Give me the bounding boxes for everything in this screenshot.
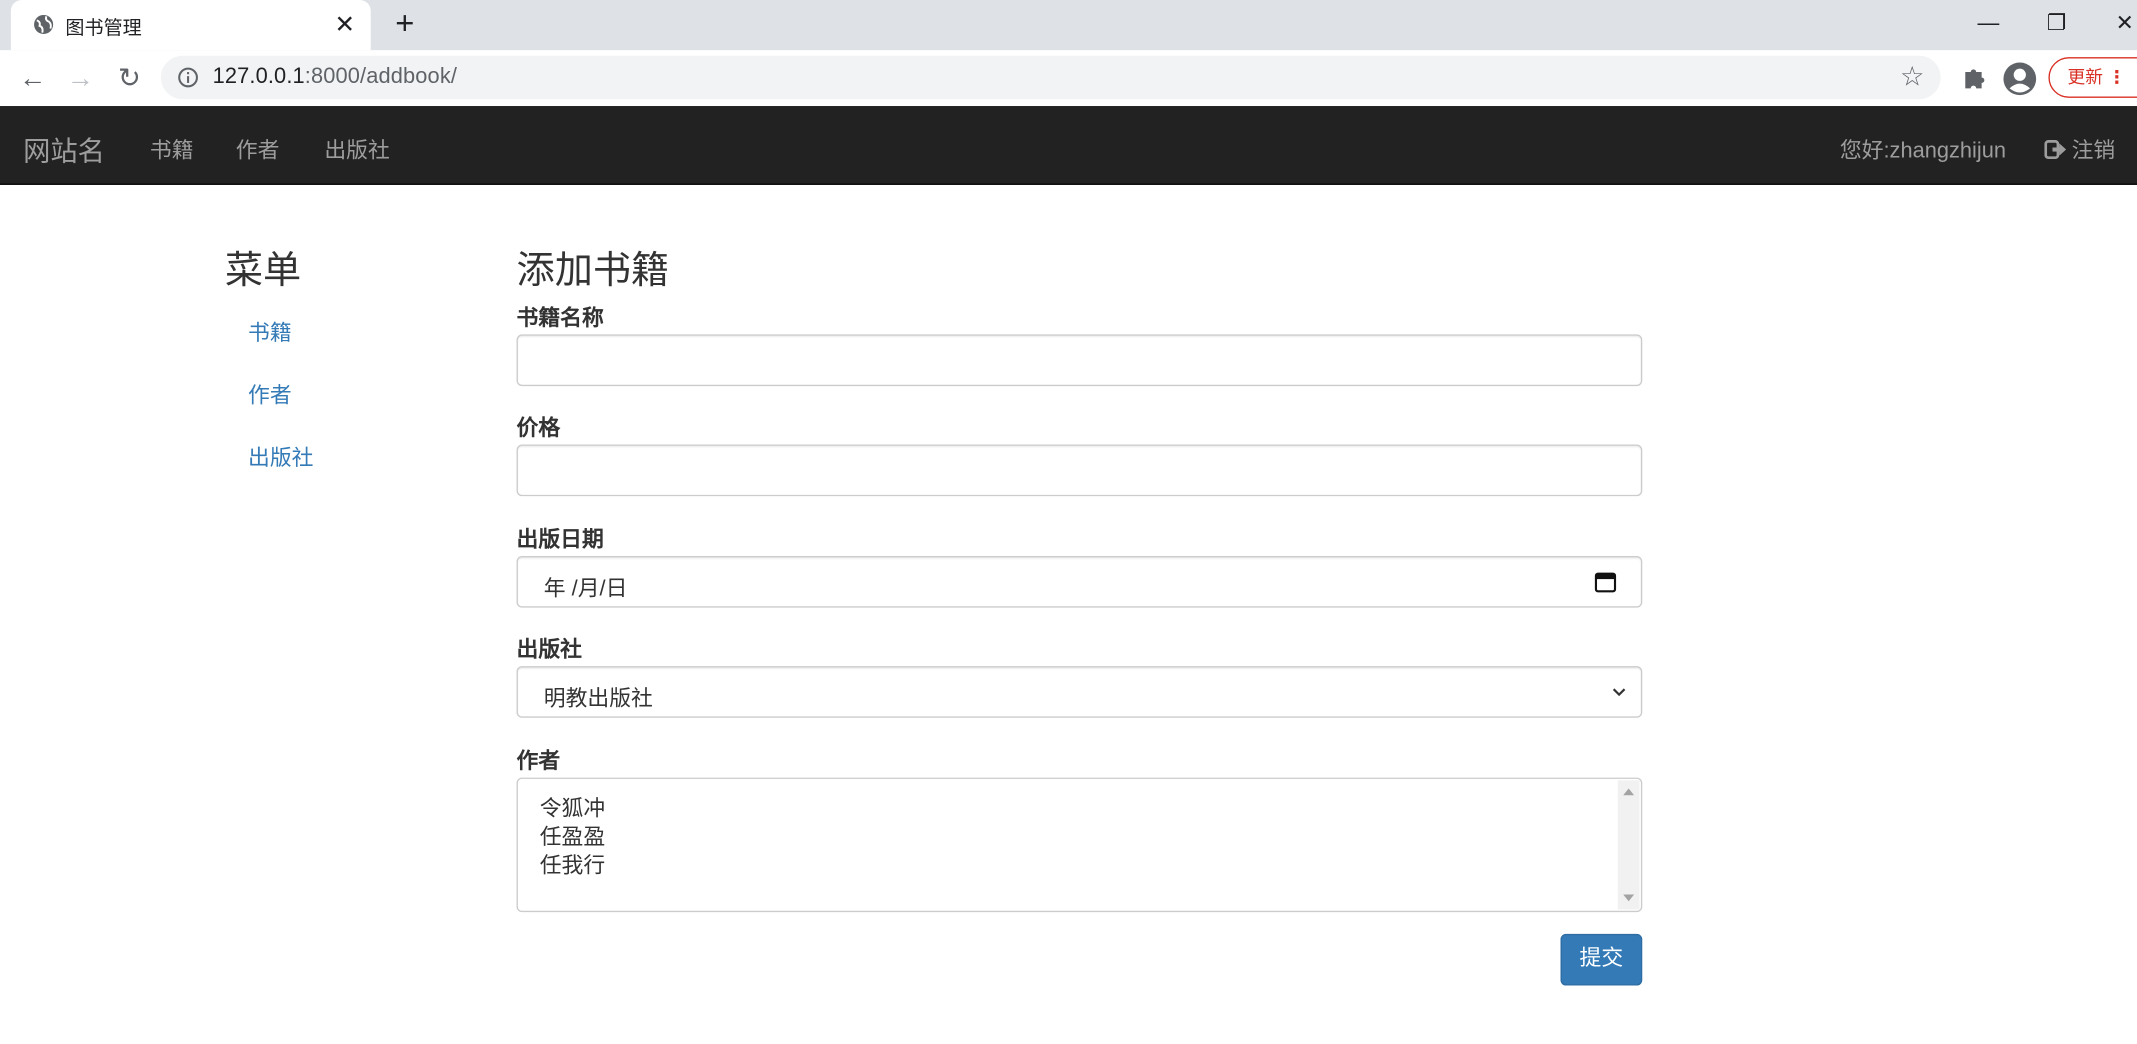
- publish-date-input[interactable]: 年 /月/日: [516, 555, 1643, 608]
- author-multiselect[interactable]: 令狐冲 任盈盈 任我行: [516, 777, 1643, 913]
- logout-icon: [2044, 140, 2067, 160]
- site-navbar: 网站名 书籍 作者 出版社 您好:zhangzhijun 注销: [0, 106, 2137, 185]
- url-host: 127.0.0.1: [212, 65, 305, 89]
- window-close-icon[interactable]: ✕: [2107, 8, 2137, 41]
- user-greeting: 您好:zhangzhijun: [1839, 140, 2006, 164]
- globe-icon: [34, 14, 54, 34]
- scroll-up-arrow-icon[interactable]: [1623, 788, 1635, 796]
- restore-icon[interactable]: ❐: [2039, 8, 2074, 41]
- book-name-input[interactable]: [516, 334, 1643, 387]
- book-name-label: 书籍名称: [516, 307, 604, 331]
- date-placeholder: 年 /月/日: [543, 577, 628, 601]
- chevron-down-icon: [1612, 688, 1626, 697]
- sidebar-item-publishers[interactable]: 出版社: [248, 439, 313, 472]
- browser-toolbar: ← → ↻ 127.0.0.1:8000/addbook/ ☆ 更新 ⋮: [0, 50, 2137, 108]
- bookmark-star-icon[interactable]: ☆: [1900, 61, 1924, 94]
- tab-close-icon[interactable]: ✕: [333, 12, 358, 36]
- scroll-down-arrow-icon[interactable]: [1623, 894, 1635, 902]
- publisher-selected-value: 明教出版社: [543, 687, 653, 711]
- browser-tab[interactable]: 图书管理 ✕: [10, 0, 371, 51]
- url-text[interactable]: 127.0.0.1:8000/addbook/: [213, 65, 457, 89]
- update-label: 更新: [2067, 66, 2103, 87]
- address-bar[interactable]: 127.0.0.1:8000/addbook/ ☆: [160, 55, 1941, 100]
- publish-date-label: 出版日期: [516, 528, 604, 552]
- submit-button[interactable]: 提交: [1560, 933, 1643, 986]
- new-tab-icon[interactable]: +: [387, 7, 422, 43]
- site-info-icon[interactable]: [177, 67, 199, 89]
- publisher-select[interactable]: 明教出版社: [516, 666, 1643, 718]
- tab-title: 图书管理: [65, 16, 142, 39]
- browser-update-button[interactable]: 更新 ⋮: [2048, 57, 2137, 98]
- back-arrow-icon[interactable]: ←: [15, 61, 50, 96]
- author-list-scrollbar[interactable]: [1617, 780, 1640, 910]
- price-label: 价格: [516, 417, 561, 441]
- calendar-icon[interactable]: [1594, 571, 1617, 593]
- author-option[interactable]: 任我行: [540, 847, 605, 880]
- logout-label: 注销: [2071, 140, 2116, 164]
- profile-avatar-icon[interactable]: [2001, 60, 2039, 98]
- nav-link-books[interactable]: 书籍: [150, 132, 194, 165]
- extensions-puzzle-icon[interactable]: [1954, 60, 1992, 98]
- nav-link-publishers[interactable]: 出版社: [324, 132, 389, 165]
- sidebar-title: 菜单: [224, 248, 302, 291]
- site-brand[interactable]: 网站名: [23, 129, 105, 168]
- url-path: :8000/addbook/: [304, 65, 458, 89]
- price-input[interactable]: [516, 444, 1643, 497]
- forward-arrow-icon[interactable]: →: [63, 61, 98, 96]
- more-menu-icon: ⋮: [2107, 66, 2126, 87]
- logout-link[interactable]: 注销: [2044, 132, 2115, 165]
- nav-link-authors[interactable]: 作者: [236, 132, 280, 165]
- reload-icon[interactable]: ↻: [112, 61, 147, 96]
- sidebar-item-authors[interactable]: 作者: [248, 377, 292, 410]
- page-title: 添加书籍: [516, 248, 670, 291]
- publisher-label: 出版社: [516, 638, 582, 663]
- sidebar-item-books[interactable]: 书籍: [248, 314, 292, 347]
- author-label: 作者: [516, 750, 561, 774]
- browser-tab-strip: 图书管理 ✕ + — ❐ ✕: [0, 0, 2137, 51]
- minimize-icon[interactable]: —: [1971, 8, 2006, 41]
